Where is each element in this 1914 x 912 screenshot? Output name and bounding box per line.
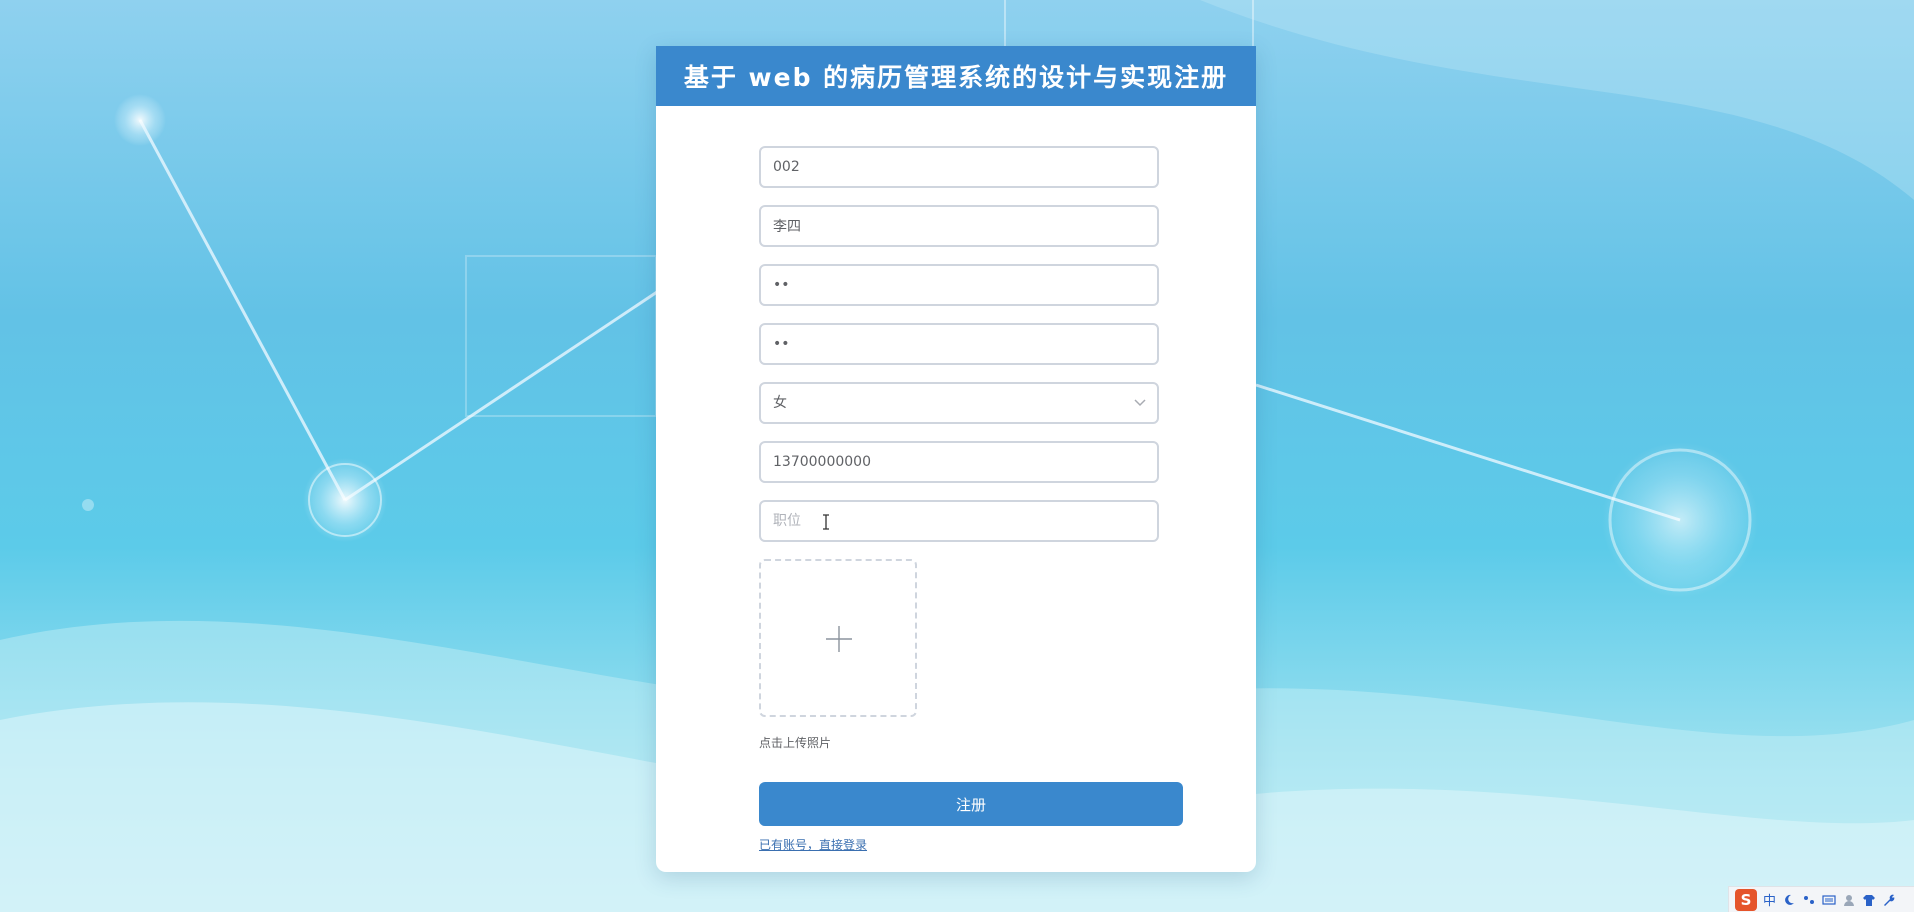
login-link[interactable]: 已有账号，直接登录 <box>759 836 867 853</box>
ime-logo-icon[interactable]: S <box>1735 888 1757 911</box>
confirm-password-input[interactable] <box>761 325 1157 363</box>
phone-field[interactable] <box>759 441 1159 483</box>
shirt-icon[interactable] <box>1862 893 1876 907</box>
keyboard-icon[interactable] <box>1822 893 1836 907</box>
chevron-down-icon <box>1134 399 1146 407</box>
punctuation-icon[interactable] <box>1802 893 1816 907</box>
system-tray: S 中 <box>1728 886 1914 912</box>
register-form: 女 点击上传照片 <box>759 146 1159 751</box>
plus-icon <box>826 626 852 652</box>
account-field[interactable] <box>759 146 1159 188</box>
account-input[interactable] <box>761 148 1157 186</box>
ime-mode-label[interactable]: 中 <box>1763 890 1776 909</box>
gender-select[interactable]: 女 <box>759 382 1159 424</box>
page-title: 基于 web 的病历管理系统的设计与实现注册 <box>656 46 1256 106</box>
position-field[interactable] <box>759 500 1159 542</box>
wrench-icon[interactable] <box>1882 893 1896 907</box>
register-card: 基于 web 的病历管理系统的设计与实现注册 女 <box>656 46 1256 872</box>
text-cursor-icon <box>823 514 829 530</box>
password-input[interactable] <box>761 266 1157 304</box>
realname-input[interactable] <box>761 207 1157 245</box>
password-field[interactable] <box>759 264 1159 306</box>
realname-field[interactable] <box>759 205 1159 247</box>
user-icon[interactable] <box>1842 893 1856 907</box>
photo-upload-button[interactable] <box>759 559 917 717</box>
confirm-password-field[interactable] <box>759 323 1159 365</box>
upload-hint: 点击上传照片 <box>759 736 832 750</box>
phone-input[interactable] <box>761 443 1157 481</box>
moon-icon[interactable] <box>1782 893 1796 907</box>
register-button[interactable]: 注册 <box>759 782 1183 826</box>
gender-selected-value: 女 <box>773 395 787 411</box>
